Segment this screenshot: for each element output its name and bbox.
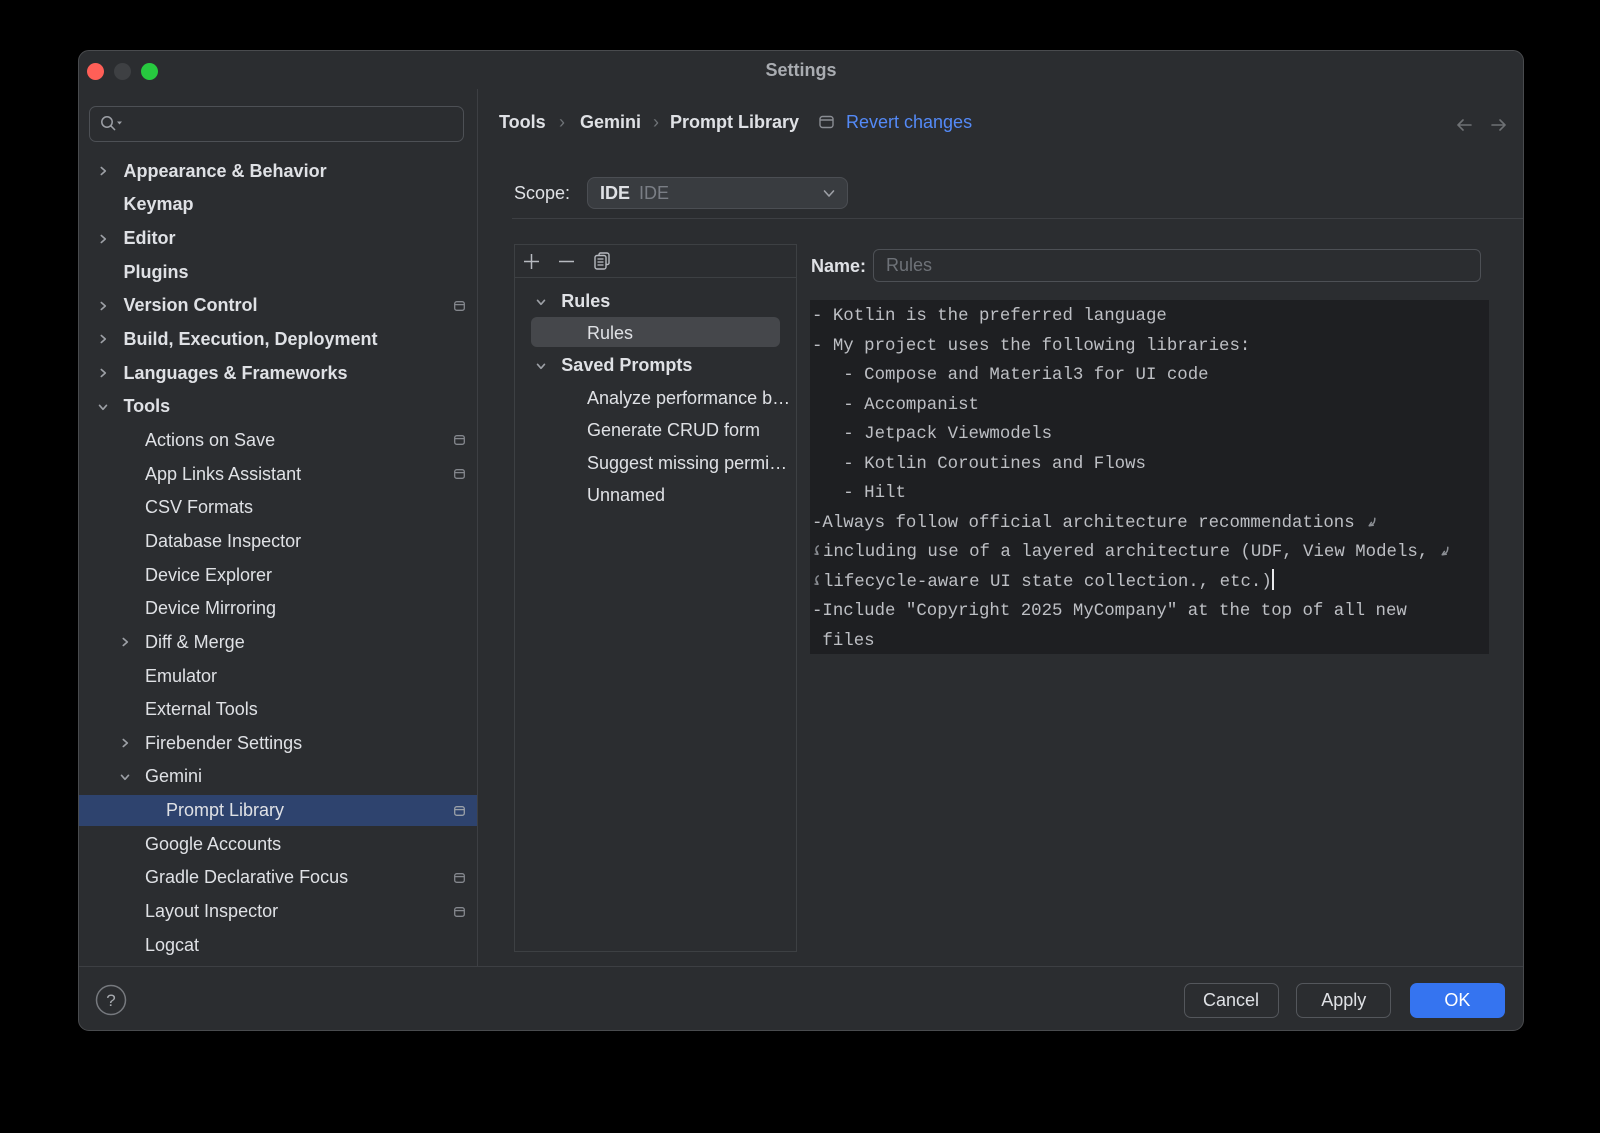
svg-text:?: ? — [106, 991, 115, 1010]
